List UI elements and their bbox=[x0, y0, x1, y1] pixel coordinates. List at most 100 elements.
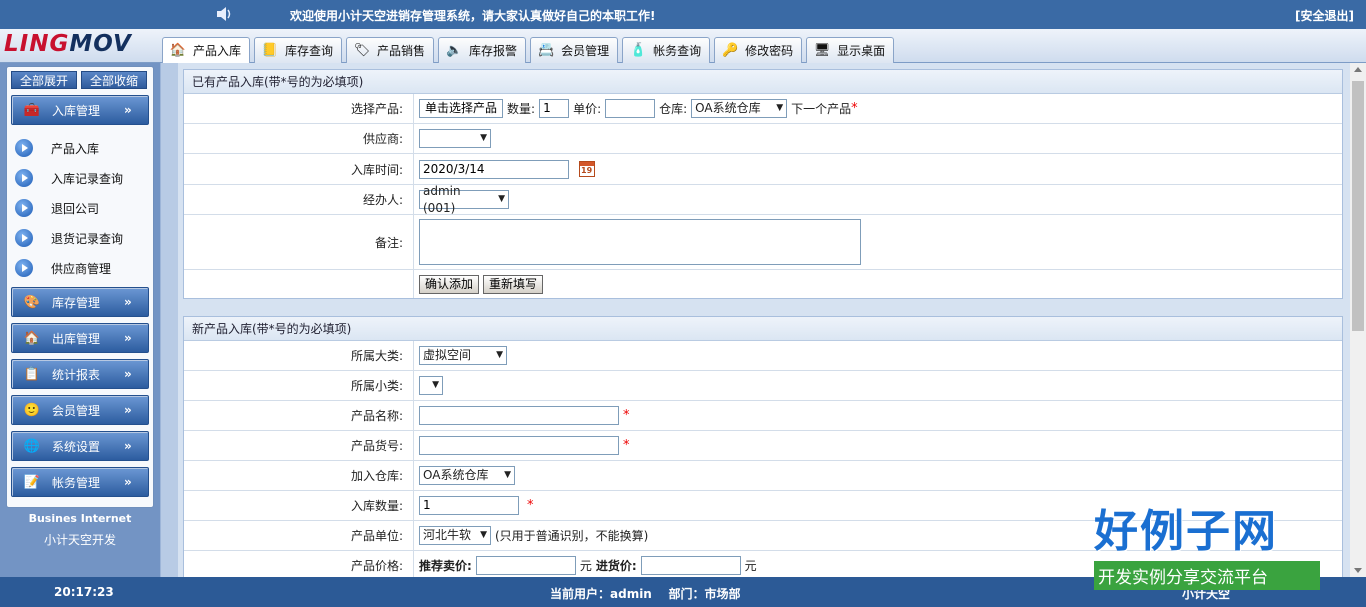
chevron-down-icon: ▼ bbox=[504, 470, 511, 480]
chevron-down-icon: ▼ bbox=[498, 194, 505, 204]
remark-textarea[interactable] bbox=[419, 219, 861, 265]
globe-icon: 🌐 bbox=[23, 438, 41, 454]
chevron-down-icon: ▼ bbox=[496, 350, 503, 360]
scroll-thumb[interactable] bbox=[1352, 81, 1364, 331]
scroll-down-icon[interactable] bbox=[1354, 568, 1362, 573]
inbound-icon: 🧰 bbox=[23, 102, 41, 118]
tab-account-query[interactable]: 🧴 帐务查询 bbox=[622, 37, 711, 63]
watermark-logo: 好例子网 开发实例分享交流平台 bbox=[1094, 505, 1320, 590]
form-row-remark: 备注: bbox=[184, 215, 1342, 270]
header: LINGMOV 🏠 产品入库 📒 库存查询 🏷 产品销售 🔈 库存报警 📇 会员管理 🧴 帐… bbox=[0, 29, 1366, 63]
collapse-all-button[interactable]: 全部收缩 bbox=[81, 71, 147, 89]
select-product-button[interactable]: 单击选择产品 bbox=[419, 99, 504, 118]
form-row-warehouse: 加入仓库: OA系统仓库 ▼ bbox=[184, 461, 1342, 491]
confirm-add-button[interactable]: 确认添加 bbox=[419, 274, 480, 294]
menu-members[interactable]: 🙂 会员管理 » bbox=[11, 395, 149, 425]
unit-select[interactable]: 河北牛软 ▼ bbox=[419, 526, 491, 545]
chevron-icon: » bbox=[124, 103, 132, 117]
menu-inbound[interactable]: 🧰 入库管理 » bbox=[11, 95, 149, 125]
form-row-actions: 确认添加 重新填写 bbox=[184, 270, 1342, 298]
sidebar-panel: 全部展开 全部收缩 🧰 入库管理 » 产品入库 入库记录查询 退回公司 退货记录… bbox=[6, 66, 154, 508]
subcategory-select[interactable]: ▼ bbox=[419, 376, 443, 395]
vertical-scrollbar[interactable] bbox=[1350, 63, 1366, 577]
sidebar-item-return-records[interactable]: 退货记录查询 bbox=[15, 226, 145, 250]
category-select[interactable]: 虚拟空间 ▼ bbox=[419, 346, 507, 365]
tab-stock-query[interactable]: 📒 库存查询 bbox=[254, 37, 343, 63]
chevron-icon: » bbox=[124, 295, 132, 309]
bottle-icon: 🧴 bbox=[629, 43, 647, 58]
sidebar-item-inbound-records[interactable]: 入库记录查询 bbox=[15, 166, 145, 190]
expand-all-button[interactable]: 全部展开 bbox=[11, 71, 77, 89]
main-content: 已有产品入库(带*号的为必填项) 选择产品: 单击选择产品 数量: 1 单价: … bbox=[178, 63, 1350, 577]
product-code-input[interactable] bbox=[419, 436, 619, 455]
speaker-icon: 🔈 bbox=[445, 43, 463, 58]
form-row-supplier: 供应商: ▼ bbox=[184, 124, 1342, 154]
house-icon: 🏠 bbox=[169, 43, 187, 58]
play-icon bbox=[15, 139, 33, 157]
add-warehouse-select[interactable]: OA系统仓库 ▼ bbox=[419, 466, 515, 485]
handler-select[interactable]: admin (001) ▼ bbox=[419, 184, 509, 215]
brand-english: Busines Internet bbox=[28, 512, 132, 525]
calendar-icon[interactable]: 19 bbox=[579, 161, 595, 177]
inbound-quantity-input[interactable]: 1 bbox=[419, 496, 519, 515]
tab-product-inbound[interactable]: 🏠 产品入库 bbox=[162, 37, 251, 63]
sidebar-item-product-inbound[interactable]: 产品入库 bbox=[15, 136, 145, 160]
report-icon: 📋 bbox=[23, 366, 41, 382]
splitter[interactable] bbox=[160, 63, 178, 577]
sell-price-input[interactable] bbox=[475, 556, 576, 575]
next-product-link[interactable]: 下一个产品 bbox=[791, 100, 851, 117]
form-row-select-product: 选择产品: 单击选择产品 数量: 1 单价: 仓库: OA系统仓库 ▼ 下一个产品… bbox=[184, 94, 1342, 124]
member-card-icon: 📇 bbox=[537, 43, 555, 58]
unit-note: (只用于普通识别，不能换算) bbox=[495, 529, 649, 543]
form-row-product-code: 产品货号: * bbox=[184, 431, 1342, 461]
chevron-down-icon: ▼ bbox=[480, 530, 487, 540]
tab-show-desktop[interactable]: 🖥 显示桌面 bbox=[806, 37, 895, 63]
supplier-select[interactable]: ▼ bbox=[419, 129, 491, 148]
reset-button[interactable]: 重新填写 bbox=[483, 274, 544, 294]
menu-accounts[interactable]: 📝 帐务管理 » bbox=[11, 467, 149, 497]
section-title: 新产品入库(带*号的为必填项) bbox=[184, 317, 1342, 341]
sidebar-item-return-company[interactable]: 退回公司 bbox=[15, 196, 145, 220]
account-icon: 📝 bbox=[23, 474, 41, 490]
warehouse-select[interactable]: OA系统仓库 ▼ bbox=[691, 99, 788, 118]
logo: LINGMOV bbox=[4, 31, 132, 57]
chevron-down-icon: ▼ bbox=[776, 103, 784, 113]
product-name-input[interactable] bbox=[419, 406, 619, 425]
key-icon: 🔑 bbox=[722, 43, 739, 58]
form-row-date: 入库时间: 2020/3/14 19 bbox=[184, 154, 1342, 185]
tag-icon: 🏷 bbox=[353, 43, 371, 58]
logout-link[interactable]: [安全退出] bbox=[1295, 7, 1354, 24]
unit-price-input[interactable] bbox=[605, 99, 656, 118]
section-title: 已有产品入库(带*号的为必填项) bbox=[184, 70, 1342, 94]
form-row-handler: 经办人: admin (001) ▼ bbox=[184, 184, 1342, 215]
tab-stock-alarm[interactable]: 🔈 库存报警 bbox=[438, 37, 527, 63]
buy-price-input[interactable] bbox=[640, 556, 741, 575]
play-icon bbox=[15, 259, 33, 277]
form-row-category: 所属大类: 虚拟空间 ▼ bbox=[184, 341, 1342, 371]
form-row-product-name: 产品名称: * bbox=[184, 401, 1342, 431]
stock-icon: 🎨 bbox=[23, 294, 41, 310]
menu-reports[interactable]: 📋 统计报表 » bbox=[11, 359, 149, 389]
tab-bar: 🏠 产品入库 📒 库存查询 🏷 产品销售 🔈 库存报警 📇 会员管理 🧴 帐务查询 🔑 修改密… bbox=[162, 37, 898, 63]
form-row-subcategory: 所属小类: ▼ bbox=[184, 371, 1342, 401]
brand-chinese: 小计天空开发 bbox=[43, 533, 116, 547]
chevron-icon: » bbox=[124, 367, 132, 381]
scroll-up-icon[interactable] bbox=[1354, 67, 1362, 72]
menu-stock[interactable]: 🎨 库存管理 » bbox=[11, 287, 149, 317]
inbound-date-input[interactable]: 2020/3/14 bbox=[419, 159, 569, 179]
chevron-icon: » bbox=[124, 439, 132, 453]
tab-member-management[interactable]: 📇 会员管理 bbox=[530, 37, 619, 63]
chevron-icon: » bbox=[124, 331, 132, 345]
play-icon bbox=[15, 229, 33, 247]
tab-product-sales[interactable]: 🏷 产品销售 bbox=[346, 37, 435, 63]
menu-settings[interactable]: 🌐 系统设置 » bbox=[11, 431, 149, 461]
sidebar-item-supplier[interactable]: 供应商管理 bbox=[15, 256, 145, 280]
existing-product-section: 已有产品入库(带*号的为必填项) 选择产品: 单击选择产品 数量: 1 单价: … bbox=[183, 69, 1343, 299]
speaker-icon bbox=[217, 7, 231, 21]
sidebar: 全部展开 全部收缩 🧰 入库管理 » 产品入库 入库记录查询 退回公司 退货记录… bbox=[0, 63, 160, 577]
quantity-input[interactable]: 1 bbox=[539, 99, 570, 118]
menu-outbound[interactable]: 🏠 出库管理 » bbox=[11, 323, 149, 353]
chevron-icon: » bbox=[124, 475, 132, 489]
member-icon: 🙂 bbox=[23, 402, 41, 418]
tab-change-password[interactable]: 🔑 修改密码 bbox=[714, 37, 803, 63]
